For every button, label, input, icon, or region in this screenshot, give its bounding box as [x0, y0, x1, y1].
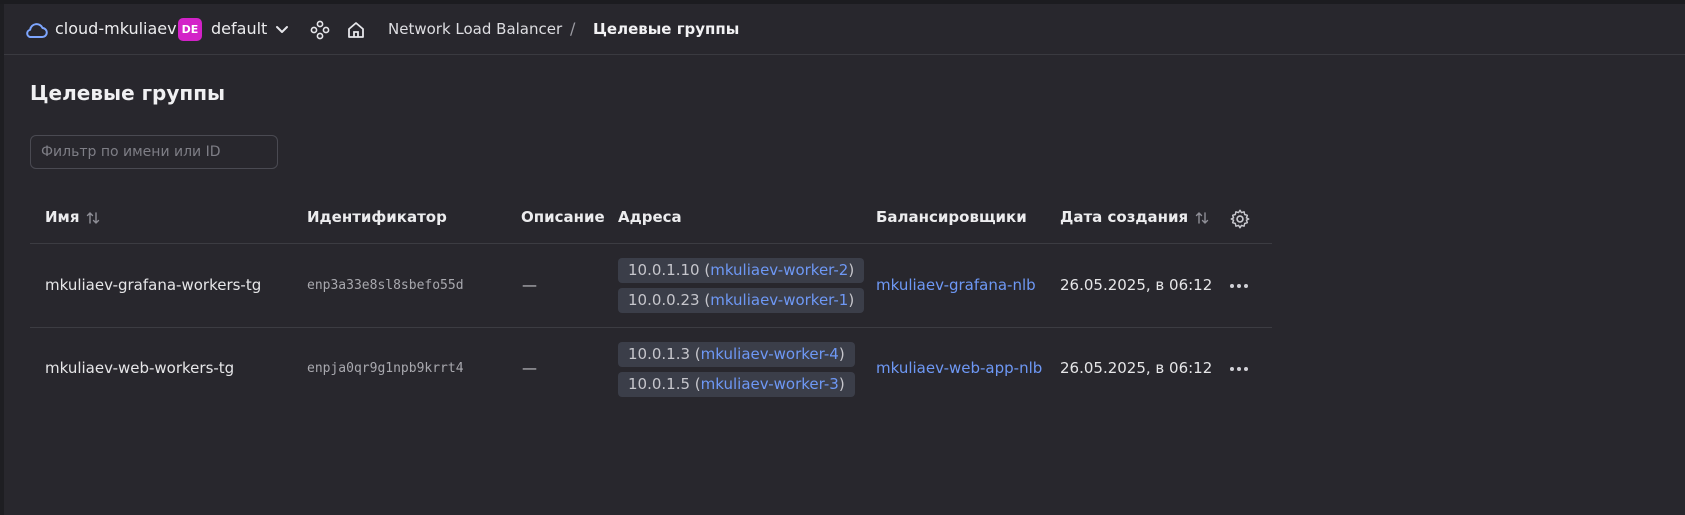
sort-icon[interactable] [85, 210, 101, 226]
gear-icon[interactable] [1229, 208, 1251, 230]
page-title: Целевые группы [30, 81, 226, 105]
row-description: — [522, 276, 537, 294]
folder-badge[interactable]: DE [178, 18, 202, 41]
filter-input[interactable] [30, 135, 278, 169]
address-chip: 10.0.1.10 (mkuliaev-worker-2) [618, 258, 865, 283]
row-divider [30, 327, 1272, 328]
breadcrumb-current: Целевые группы [593, 20, 740, 38]
breadcrumb-separator: / [570, 19, 576, 38]
more-icon[interactable] [1228, 365, 1250, 373]
cloud-icon[interactable] [24, 19, 48, 41]
column-header-addresses: Адреса [618, 208, 682, 226]
row-created: 26.05.2025, в 06:12 [1060, 276, 1213, 294]
address-vm-link[interactable]: mkuliaev-worker-1 [710, 291, 848, 309]
row-id[interactable]: enp3a33e8sl8sbefo55d [307, 278, 464, 293]
address-chip: 10.0.0.23 (mkuliaev-worker-1) [618, 288, 865, 313]
more-icon[interactable] [1228, 282, 1250, 290]
address-ip: 10.0.0.23 [628, 291, 700, 309]
left-edge [0, 4, 4, 515]
column-header-description: Описание [521, 208, 605, 226]
chevron-down-icon[interactable] [274, 24, 290, 36]
address-ip: 10.0.1.3 [628, 345, 691, 363]
column-header-name-label: Имя [45, 208, 80, 226]
top-header: cloud-mkuliaev DE default Network Load B… [4, 4, 1685, 55]
address-chip: 10.0.1.3 (mkuliaev-worker-4) [618, 342, 855, 367]
column-header-balancers: Балансировщики [876, 208, 1027, 226]
services-icon[interactable] [310, 20, 330, 40]
table-header-divider [30, 243, 1272, 244]
address-vm-link[interactable]: mkuliaev-worker-4 [701, 345, 839, 363]
address-ip: 10.0.1.5 [628, 375, 691, 393]
home-icon[interactable] [346, 20, 366, 40]
column-header-name[interactable]: Имя [45, 208, 101, 226]
breadcrumb-service[interactable]: Network Load Balancer [388, 20, 562, 38]
row-created: 26.05.2025, в 06:12 [1060, 359, 1213, 377]
row-id[interactable]: enpja0qr9g1npb9krrt4 [307, 361, 464, 376]
address-vm-link[interactable]: mkuliaev-worker-2 [710, 261, 848, 279]
balancer-link[interactable]: mkuliaev-web-app-nlb [876, 359, 1042, 377]
address-ip: 10.0.1.10 [628, 261, 700, 279]
cloud-name[interactable]: cloud-mkuliaev [55, 19, 177, 38]
sort-icon[interactable] [1194, 210, 1210, 226]
balancer-link[interactable]: mkuliaev-grafana-nlb [876, 276, 1036, 294]
address-chip: 10.0.1.5 (mkuliaev-worker-3) [618, 372, 855, 397]
row-name[interactable]: mkuliaev-web-workers-tg [45, 359, 234, 377]
column-header-created[interactable]: Дата создания [1060, 208, 1210, 226]
row-description: — [522, 359, 537, 377]
column-header-created-label: Дата создания [1060, 208, 1189, 226]
folder-name[interactable]: default [211, 19, 267, 38]
address-vm-link[interactable]: mkuliaev-worker-3 [701, 375, 839, 393]
column-header-id: Идентификатор [307, 208, 447, 226]
row-name[interactable]: mkuliaev-grafana-workers-tg [45, 276, 261, 294]
